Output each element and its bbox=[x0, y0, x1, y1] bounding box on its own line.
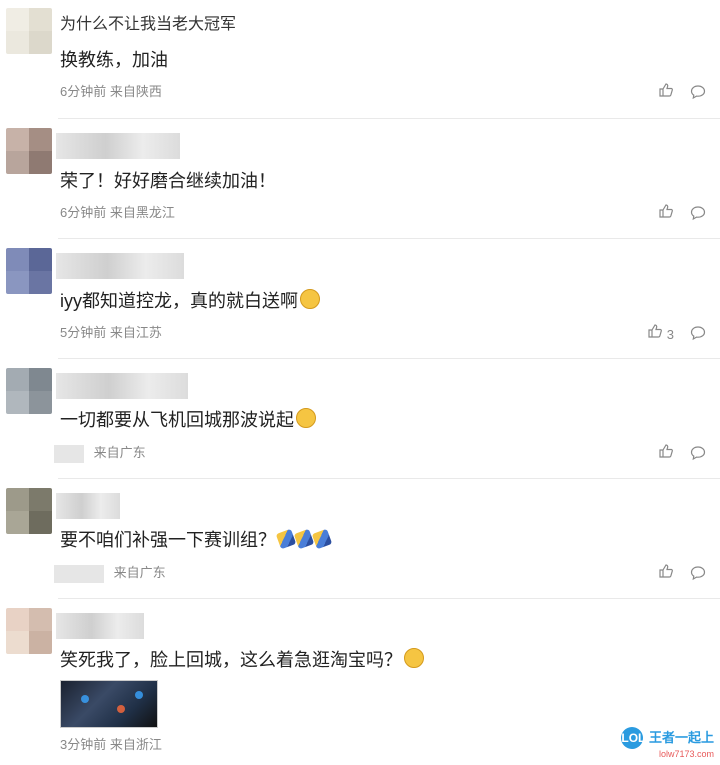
comment-image-thumbnail[interactable] bbox=[60, 680, 158, 728]
comment-bubble-icon bbox=[690, 326, 706, 341]
watermark-text: 王者一起上 bbox=[648, 730, 714, 745]
location: 来自广东 bbox=[113, 565, 166, 580]
reply-button[interactable] bbox=[690, 84, 706, 105]
comment-meta: 6分钟前 来自陕西 bbox=[60, 82, 162, 102]
reply-button[interactable] bbox=[690, 445, 706, 466]
watermark-url: lolw7173.com bbox=[658, 749, 714, 759]
thumbs-up-icon bbox=[659, 204, 673, 218]
thumbs-up-icon bbox=[648, 324, 663, 338]
comment-bubble-icon bbox=[690, 85, 706, 100]
location: 来自广东 bbox=[93, 445, 146, 460]
comment-text: 要不咱们补强一下赛训组？ bbox=[60, 527, 333, 553]
comment-text: 换教练，加油 bbox=[60, 50, 168, 70]
dart-emoji-icon bbox=[275, 528, 297, 550]
comment-meta: 3分钟前 来自浙江 bbox=[60, 735, 162, 755]
like-button[interactable] bbox=[658, 82, 674, 104]
like-button[interactable] bbox=[658, 563, 674, 585]
comment-text-body: 一切都要从飞机回城那波说起 bbox=[60, 410, 294, 430]
divider bbox=[58, 118, 720, 119]
lol-logo-icon: LOL bbox=[621, 727, 645, 749]
dart-emoji-icon bbox=[293, 528, 315, 550]
like-count: 3 bbox=[666, 327, 674, 342]
comment-bubble-icon bbox=[690, 446, 706, 461]
like-button[interactable] bbox=[658, 203, 674, 225]
comment-meta: 5分钟前 来自江苏 bbox=[60, 323, 162, 343]
avatar[interactable] bbox=[6, 608, 52, 654]
thumbs-up-icon bbox=[659, 83, 673, 97]
timestamp-blurred bbox=[54, 444, 84, 463]
comment-text: 笑死我了，脸上回城，这么着急逛淘宝吗？ bbox=[60, 647, 424, 673]
reply-button[interactable] bbox=[690, 205, 706, 226]
comment-meta: 6分钟前 来自黑龙江 bbox=[60, 203, 175, 223]
divider bbox=[58, 238, 720, 239]
comment-text-body: iyy都知道控龙，真的就白送啊 bbox=[60, 291, 298, 311]
dart-emoji-icon bbox=[311, 528, 333, 550]
username-blurred[interactable] bbox=[56, 613, 144, 639]
comment-text-body: 笑死我了，脸上回城，这么着急逛淘宝吗？ bbox=[60, 650, 402, 670]
comment-bubble-icon bbox=[690, 566, 706, 581]
location: 来自江苏 bbox=[109, 325, 162, 340]
timestamp-blurred bbox=[54, 564, 104, 583]
timestamp: 6分钟前 bbox=[60, 84, 107, 99]
divider bbox=[58, 598, 720, 599]
comment-text: 一切都要从飞机回城那波说起 bbox=[60, 407, 316, 433]
watermark-logo: LOL 王者一起上 lolw7173.com bbox=[621, 727, 714, 759]
emoji-icon bbox=[296, 408, 316, 428]
timestamp: 3分钟前 bbox=[60, 737, 107, 752]
comment-text: iyy都知道控龙，真的就白送啊 bbox=[60, 288, 320, 314]
comment-text: 荣了！好好磨合继续加油！ bbox=[60, 171, 276, 191]
location: 来自黑龙江 bbox=[109, 205, 175, 220]
comment-meta: 来自广东 bbox=[54, 563, 166, 583]
comment-bubble-icon bbox=[690, 206, 706, 221]
emoji-icon bbox=[300, 289, 320, 309]
laughing-emoji-icon bbox=[404, 648, 424, 668]
comment-text-body: 要不咱们补强一下赛训组？ bbox=[60, 530, 276, 550]
like-button[interactable] bbox=[658, 443, 674, 465]
like-button[interactable]: 3 bbox=[647, 323, 674, 345]
thumbs-up-icon bbox=[659, 444, 673, 458]
username-blurred[interactable] bbox=[56, 373, 188, 399]
reply-button[interactable] bbox=[690, 565, 706, 586]
divider bbox=[58, 478, 720, 479]
username-blurred[interactable] bbox=[56, 253, 184, 279]
divider bbox=[58, 358, 720, 359]
avatar[interactable] bbox=[6, 368, 52, 414]
thumbs-up-icon bbox=[659, 564, 673, 578]
reply-button[interactable] bbox=[690, 325, 706, 346]
timestamp: 6分钟前 bbox=[60, 205, 107, 220]
username-blurred[interactable] bbox=[56, 133, 180, 159]
timestamp: 5分钟前 bbox=[60, 325, 107, 340]
avatar[interactable] bbox=[6, 8, 52, 54]
avatar[interactable] bbox=[6, 488, 52, 534]
avatar[interactable] bbox=[6, 248, 52, 294]
username[interactable]: 为什么不让我当老大冠军 bbox=[60, 12, 236, 38]
avatar[interactable] bbox=[6, 128, 52, 174]
location: 来自陕西 bbox=[109, 84, 162, 99]
comment-meta: 来自广东 bbox=[54, 443, 146, 463]
location: 来自浙江 bbox=[109, 737, 162, 752]
username-blurred[interactable] bbox=[56, 493, 120, 519]
